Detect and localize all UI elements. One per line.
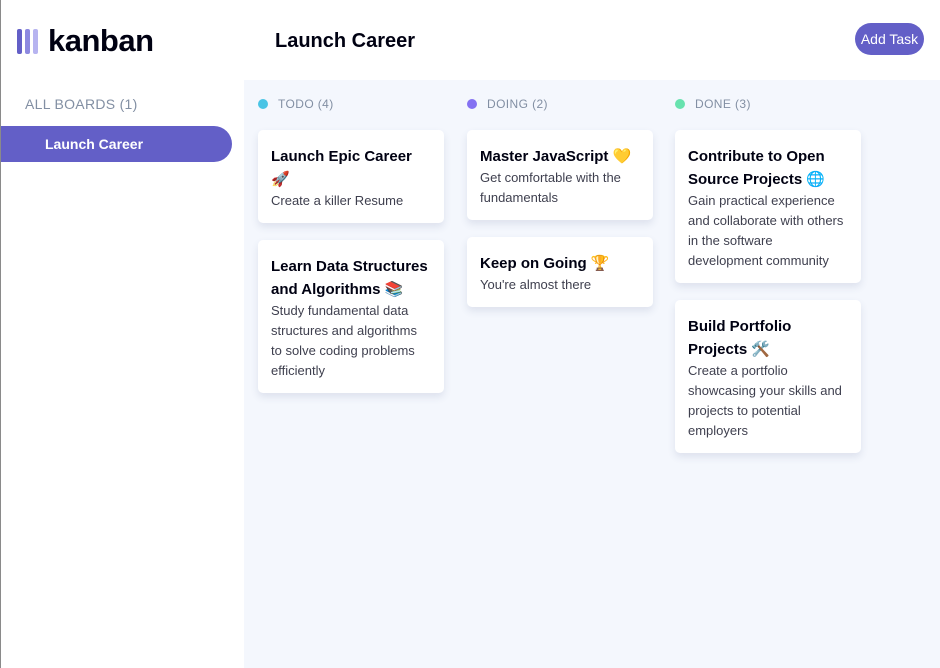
task-card[interactable]: Launch Epic Career 🚀 Create a killer Res… [258, 130, 444, 223]
task-card[interactable]: Learn Data Structures and Algorithms 📚 S… [258, 240, 444, 393]
column-title: TODO (4) [278, 97, 334, 111]
column-title: DOING (2) [487, 97, 548, 111]
task-title: Contribute to Open Source Projects 🌐 [688, 148, 826, 188]
all-boards-heading: ALL BOARDS (1) [25, 96, 138, 112]
task-description: Create a portfolio showcasing your skill… [688, 363, 842, 438]
task-title: Learn Data Structures and Algorithms 📚 [271, 258, 428, 298]
add-task-button[interactable]: Add Task [855, 23, 924, 55]
logo-text: kanban [48, 23, 154, 58]
task-description: Get comfortable with the fundamentals [480, 170, 621, 205]
kanban-logo-icon [17, 28, 38, 54]
column-status-dot [258, 99, 268, 109]
task-card[interactable]: Master JavaScript 💛 Get comfortable with… [467, 130, 653, 220]
column-status-dot [467, 99, 477, 109]
column-done: DONE (3) Contribute to Open Source Proje… [675, 96, 861, 470]
sidebar: kanban ALL BOARDS (1) Launch Career [0, 0, 244, 668]
task-description: Create a killer Resume [271, 193, 404, 208]
column-header: DONE (3) [675, 96, 861, 112]
column-title: DONE (3) [695, 97, 751, 111]
board-header: Launch Career Add Task [244, 0, 940, 80]
task-description: You're almost there [480, 277, 592, 292]
column-header: TODO (4) [258, 96, 444, 112]
task-title: Master JavaScript 💛 [480, 148, 632, 165]
logo: kanban [17, 23, 154, 58]
sidebar-item-launch-career[interactable]: Launch Career [1, 126, 232, 162]
task-title: Launch Epic Career 🚀 [271, 148, 412, 188]
column-todo: TODO (4) Launch Epic Career 🚀 Create a k… [258, 96, 444, 410]
task-card[interactable]: Build Portfolio Projects 🛠️ Create a por… [675, 300, 861, 453]
task-card[interactable]: Keep on Going 🏆 You're almost there [467, 237, 653, 307]
task-description: Study fundamental data structures and al… [271, 303, 417, 378]
column-doing: DOING (2) Master JavaScript 💛 Get comfor… [467, 96, 653, 324]
task-description: Gain practical experience and collaborat… [688, 193, 844, 268]
column-status-dot [675, 99, 685, 109]
board-title: Launch Career [275, 30, 416, 52]
task-title: Keep on Going 🏆 [480, 255, 610, 272]
task-title: Build Portfolio Projects 🛠️ [688, 318, 792, 358]
column-header: DOING (2) [467, 96, 653, 112]
task-card[interactable]: Contribute to Open Source Projects 🌐 Gai… [675, 130, 861, 283]
